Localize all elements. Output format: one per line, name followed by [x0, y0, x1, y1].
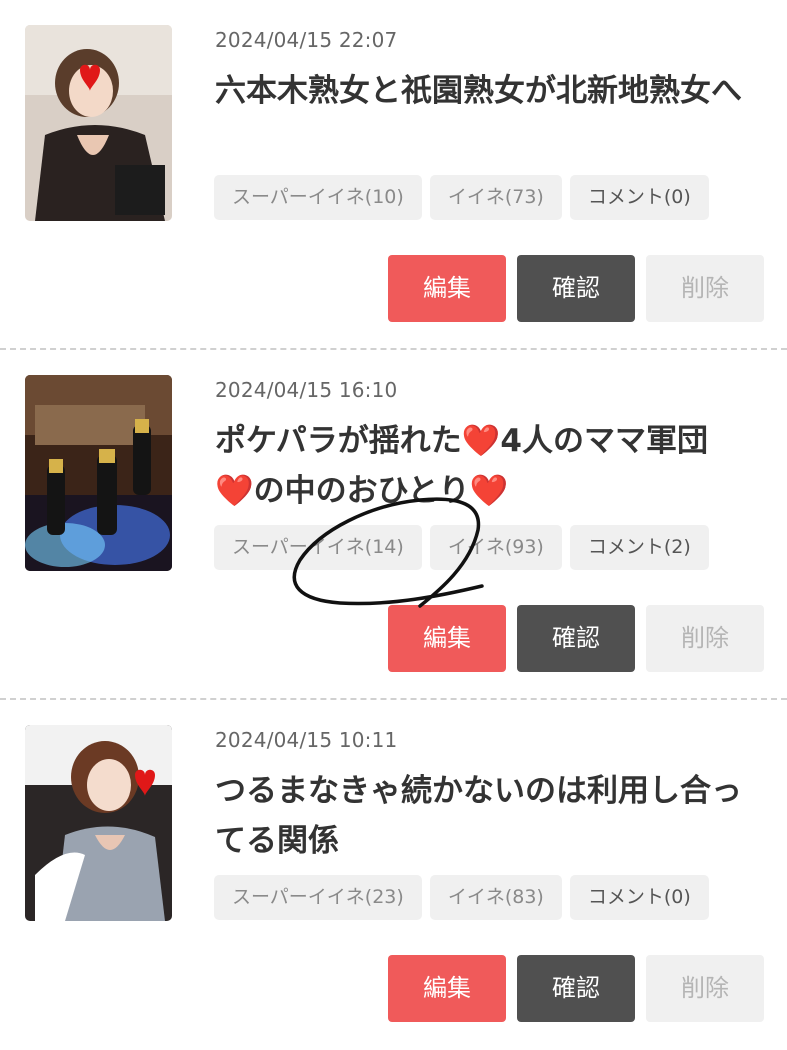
title-part: の中のおひとり — [253, 473, 470, 509]
post-thumbnail[interactable] — [25, 25, 172, 221]
comment-chip: コメント(0) — [569, 175, 709, 220]
like-chip: イイネ(93) — [429, 525, 562, 570]
edit-button[interactable]: 編集 — [388, 605, 506, 672]
thumbnail-photo-woman — [25, 725, 172, 921]
post-actions: 編集 確認 削除 — [388, 255, 764, 322]
delete-button[interactable]: 削除 — [646, 955, 764, 1022]
comment-chip: コメント(2) — [569, 525, 709, 570]
super-like-chip: スーパーイイネ(23) — [214, 875, 422, 920]
super-like-chip: スーパーイイネ(14) — [214, 525, 422, 570]
post-date: 2024/04/15 10:11 — [215, 728, 398, 752]
thumbnail-photo-woman — [25, 25, 172, 221]
post-date: 2024/04/15 16:10 — [215, 378, 398, 402]
post-card: 2024/04/15 22:07 六本木熟女と祇園熟女が北新地熟女へ スーパーイ… — [0, 0, 787, 350]
confirm-button[interactable]: 確認 — [517, 605, 635, 672]
edit-button[interactable]: 編集 — [388, 255, 506, 322]
like-chip: イイネ(73) — [429, 175, 562, 220]
heart-icon: ❤️ — [461, 423, 501, 459]
edit-button[interactable]: 編集 — [388, 955, 506, 1022]
comment-chip: コメント(0) — [569, 875, 709, 920]
title-part: ポケパラが揺れた — [215, 423, 462, 459]
post-actions: 編集 確認 削除 — [388, 605, 764, 672]
reaction-chips: スーパーイイネ(23) イイネ(83) コメント(0) — [214, 875, 709, 920]
post-card: 2024/04/15 10:11 つるまなきゃ続かないのは利用し合ってる関係 ス… — [0, 700, 787, 1050]
delete-button[interactable]: 削除 — [646, 605, 764, 672]
like-chip: イイネ(83) — [429, 875, 562, 920]
post-title[interactable]: ポケパラが揺れた❤️4人のママ軍団 ❤️の中のおひとり❤️ — [215, 416, 765, 516]
heart-icon: ❤️ — [215, 473, 254, 509]
thumbnail-photo-champagne — [25, 375, 172, 571]
heart-icon: ❤️ — [469, 473, 509, 509]
post-actions: 編集 確認 削除 — [388, 955, 764, 1022]
post-thumbnail[interactable] — [25, 375, 172, 571]
confirm-button[interactable]: 確認 — [517, 255, 635, 322]
post-card: 2024/04/15 16:10 ポケパラが揺れた❤️4人のママ軍団 ❤️の中のお… — [0, 350, 787, 700]
delete-button[interactable]: 削除 — [646, 255, 764, 322]
super-like-chip: スーパーイイネ(10) — [214, 175, 422, 220]
post-date: 2024/04/15 22:07 — [215, 28, 398, 52]
confirm-button[interactable]: 確認 — [517, 955, 635, 1022]
post-title[interactable]: 六本木熟女と祇園熟女が北新地熟女へ — [215, 66, 765, 116]
reaction-chips: スーパーイイネ(14) イイネ(93) コメント(2) — [214, 525, 709, 570]
title-part: 4人のママ軍団 — [500, 423, 708, 459]
post-thumbnail[interactable] — [25, 725, 172, 921]
post-title[interactable]: つるまなきゃ続かないのは利用し合ってる関係 — [215, 766, 765, 866]
reaction-chips: スーパーイイネ(10) イイネ(73) コメント(0) — [214, 175, 709, 220]
